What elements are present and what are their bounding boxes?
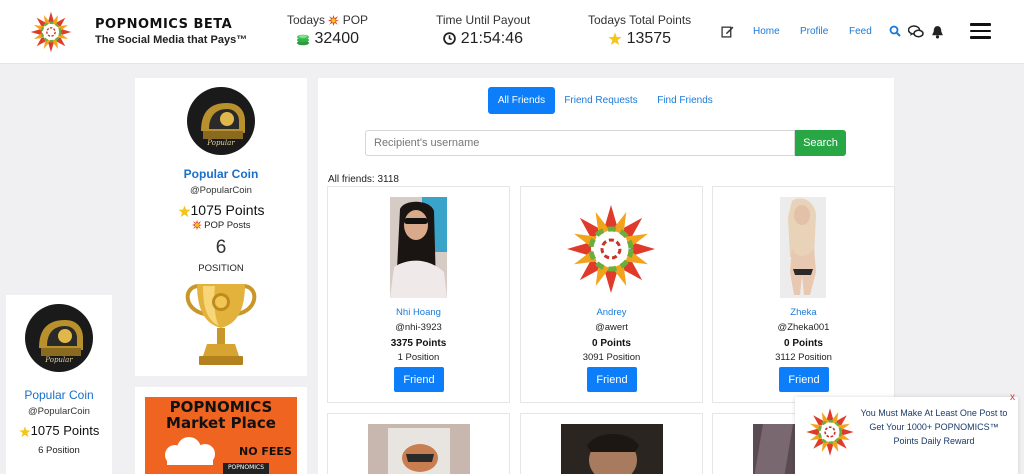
market-title: POPNOMICS Market Place <box>166 398 276 432</box>
todays-pop-label: Todays POP <box>287 13 369 27</box>
recipient-search-input[interactable] <box>365 130 795 156</box>
search-button[interactable]: Search <box>795 130 846 156</box>
mini-profile-name[interactable]: Popular Coin <box>6 388 112 402</box>
profile-position-label: POSITION <box>198 263 244 274</box>
clock-icon <box>443 32 457 46</box>
brand-subtitle: The Social Media that Pays™ <box>95 34 248 46</box>
daily-reward-toast: x You Must Make At Least One Post to Get… <box>795 392 1018 474</box>
chat-icon[interactable] <box>908 25 924 39</box>
close-icon[interactable]: x <box>1010 392 1015 403</box>
brand-title[interactable]: POPNOMICS BETA <box>95 17 232 32</box>
mini-profile-points: 1075 Points <box>6 423 112 438</box>
friend-photo[interactable] <box>561 199 661 299</box>
payout-timer-stat: Time Until Payout 21:54:46 <box>436 13 530 48</box>
avatar[interactable] <box>187 87 255 155</box>
friend-position: 3112 Position <box>775 352 832 363</box>
friend-button[interactable]: Friend <box>394 367 444 392</box>
todays-points-label: Todays Total Points <box>588 13 692 27</box>
market-place-banner[interactable]: POPNOMICS Market Place NO FEES POPNOMICS <box>135 387 307 474</box>
mini-profile-card: Popular Coin @PopularCoin 1075 Points 6 … <box>6 295 112 474</box>
friend-photo[interactable] <box>561 424 663 474</box>
friend-card: Zheka @Zheka001 0 Points 3112 Position F… <box>712 186 895 403</box>
friend-button[interactable]: Friend <box>587 367 637 392</box>
bell-icon[interactable] <box>931 25 944 39</box>
friend-card <box>327 413 510 474</box>
friend-handle: @Zheka001 <box>777 322 830 333</box>
toast-message: You Must Make At Least One Post to Get Y… <box>860 408 1008 446</box>
friend-photo[interactable] <box>780 197 826 298</box>
profile-points: 1075 Points <box>135 202 307 218</box>
payout-label: Time Until Payout <box>436 13 531 27</box>
cloud-icon <box>165 437 215 465</box>
friend-name[interactable]: Andrey <box>521 307 702 318</box>
friend-points: 3375 Points <box>390 338 447 349</box>
friend-handle: @awert <box>595 322 628 333</box>
star-icon <box>177 205 191 217</box>
friend-position: 1 Position <box>397 352 440 363</box>
profile-name[interactable]: Popular Coin <box>135 167 307 181</box>
tab-friend-requests[interactable]: Friend Requests <box>561 87 641 114</box>
market-device: POPNOMICS <box>223 463 269 474</box>
profile-position-number: 6 <box>215 237 227 258</box>
market-place-image: POPNOMICS Market Place NO FEES POPNOMICS <box>145 397 297 474</box>
top-header: POPNOMICS BETA The Social Media that Pay… <box>0 0 1024 64</box>
edit-icon[interactable] <box>721 25 734 38</box>
tab-find-friends[interactable]: Find Friends <box>653 87 717 114</box>
nav-home-link[interactable]: Home <box>753 26 780 37</box>
friend-position: 3091 Position <box>582 352 641 363</box>
mini-profile-handle: @PopularCoin <box>28 406 90 417</box>
profile-pop-posts[interactable]: POP Posts <box>135 220 307 231</box>
no-fees-badge: NO FEES <box>239 445 292 458</box>
friend-name[interactable]: Nhi Hoang <box>328 307 509 318</box>
pop-burst-icon <box>191 220 202 231</box>
search-icon[interactable] <box>889 25 901 37</box>
friend-handle: @nhi-3923 <box>395 322 442 333</box>
friend-card: Andrey @awert 0 Points 3091 Position Fri… <box>520 186 703 403</box>
friend-points: 0 Points <box>592 338 631 349</box>
trophy-icon <box>185 284 257 365</box>
todays-pop-value: 32400 <box>287 30 368 48</box>
friend-name[interactable]: Zheka <box>713 307 894 318</box>
coin-stack-icon <box>297 34 310 46</box>
todays-pop-stat: Todays POP 32400 <box>287 13 368 48</box>
avatar[interactable] <box>25 304 93 372</box>
friend-card <box>520 413 703 474</box>
friend-card: Nhi Hoang @nhi-3923 3375 Points 1 Positi… <box>327 186 510 403</box>
friends-count: All friends: 3118 <box>328 174 399 185</box>
mini-profile-position: 6 Position <box>38 445 80 456</box>
payout-value: 21:54:46 <box>436 30 530 48</box>
popnomics-logo <box>803 405 857 459</box>
nav-profile-link[interactable]: Profile <box>800 26 828 37</box>
tab-all-friends[interactable]: All Friends <box>488 87 555 114</box>
popnomics-logo[interactable] <box>28 9 74 55</box>
todays-points-value: 13575 <box>588 30 691 48</box>
friend-photo[interactable] <box>368 424 470 474</box>
hamburger-menu-icon[interactable] <box>970 23 991 39</box>
todays-points-stat: Todays Total Points 13575 <box>588 13 691 48</box>
nav-feed-link[interactable]: Feed <box>849 26 872 37</box>
profile-handle: @PopularCoin <box>190 185 252 196</box>
friend-button[interactable]: Friend <box>779 367 829 392</box>
star-icon <box>608 32 622 45</box>
friend-points: 0 Points <box>784 338 823 349</box>
friend-photo[interactable] <box>390 197 447 298</box>
star-icon <box>19 425 31 437</box>
profile-card: Popular Coin @PopularCoin 1075 Points PO… <box>135 78 307 376</box>
pop-burst-icon <box>328 15 340 27</box>
